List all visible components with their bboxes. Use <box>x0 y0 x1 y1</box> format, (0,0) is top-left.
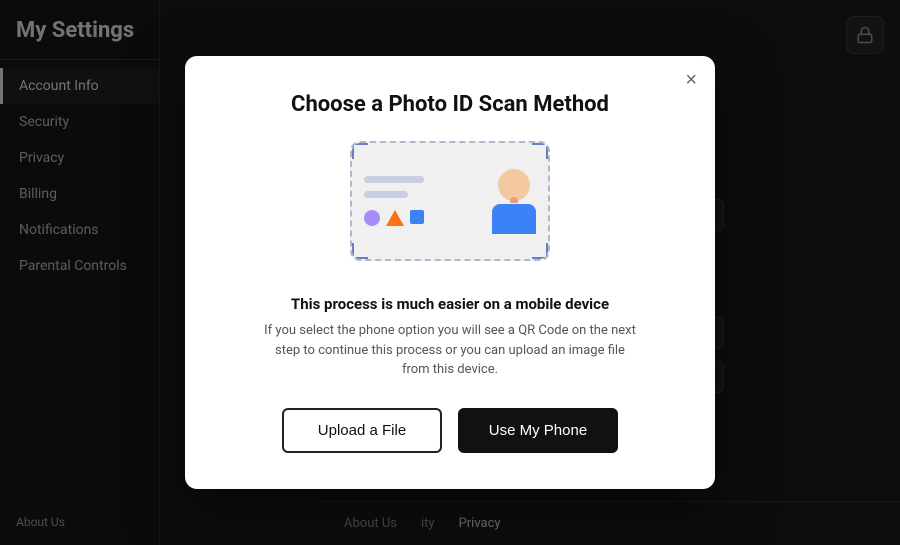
shape-triangle <box>386 210 404 226</box>
id-card-left <box>352 162 436 240</box>
bracket-bottom-right <box>532 243 548 259</box>
id-illustration <box>350 141 550 271</box>
modal-actions: Upload a File Use My Phone <box>225 408 675 453</box>
upload-file-button[interactable]: Upload a File <box>282 408 442 453</box>
modal-title: Choose a Photo ID Scan Method <box>225 92 675 117</box>
bracket-top-left <box>352 143 368 159</box>
modal-subtitle: This process is much easier on a mobile … <box>225 295 675 313</box>
modal-description: If you select the phone option you will … <box>260 321 640 380</box>
shape-square <box>410 210 424 224</box>
avatar-figure <box>492 169 536 234</box>
bracket-bottom-left <box>352 243 368 259</box>
use-phone-button[interactable]: Use My Phone <box>458 408 618 453</box>
bracket-top-right <box>532 143 548 159</box>
modal-overlay[interactable]: × Choose a Photo ID Scan Method <box>0 0 900 545</box>
modal-dialog: × Choose a Photo ID Scan Method <box>185 56 715 489</box>
id-card-right <box>492 169 548 234</box>
avatar-body <box>492 204 536 234</box>
id-shapes <box>364 210 424 226</box>
modal-close-button[interactable]: × <box>685 70 697 90</box>
avatar-head <box>498 169 530 201</box>
id-line-2 <box>364 191 408 198</box>
shape-circle <box>364 210 380 226</box>
id-line-1 <box>364 176 424 183</box>
id-card <box>350 141 550 261</box>
